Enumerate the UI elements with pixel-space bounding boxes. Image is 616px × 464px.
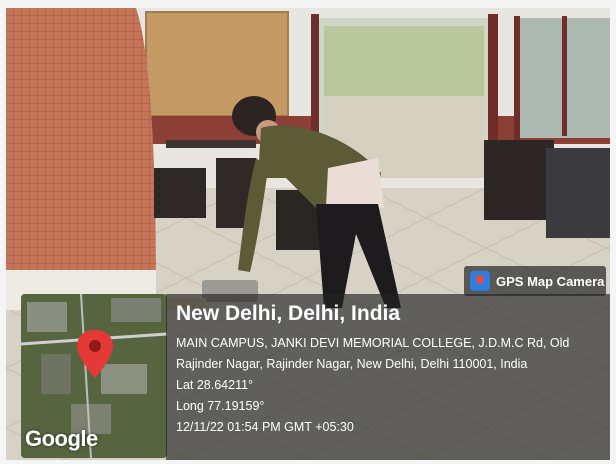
longitude: Long 77.19159° (176, 399, 265, 413)
gps-map-camera-icon (470, 271, 490, 291)
google-logo: Google (25, 426, 98, 451)
tiled-pillar (6, 8, 156, 308)
address-line-2: Rajinder Nagar, Rajinder Nagar, New Delh… (176, 357, 528, 371)
address-line-1: MAIN CAMPUS, JANKI DEVI MEMORIAL COLLEGE… (176, 336, 570, 350)
latitude: Lat 28.64211° (176, 378, 254, 392)
place-name: New Delhi, Delhi, India (176, 302, 401, 325)
photo-frame: GPS Map Camera Google New Delhi, Delhi, … (6, 8, 610, 460)
gps-camera-label: GPS Map Camera (496, 273, 605, 289)
gps-camera-badge: GPS Map Camera (464, 266, 606, 296)
location-info-panel: New Delhi, Delhi, India MAIN CAMPUS, JAN… (166, 294, 610, 460)
timestamp: 12/11/22 01:54 PM GMT +05:30 (176, 420, 354, 434)
map-thumbnail: Google (21, 294, 167, 458)
